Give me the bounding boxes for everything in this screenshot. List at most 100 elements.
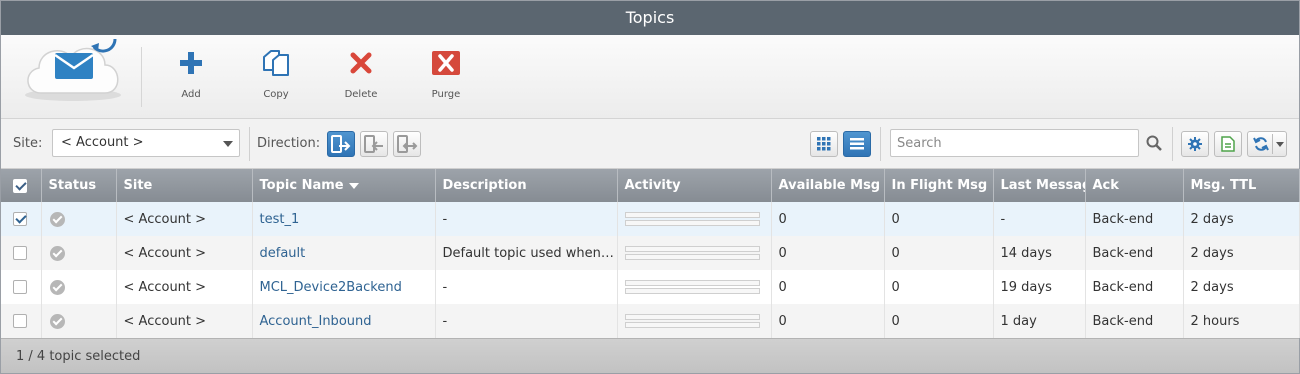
purge-label: Purge xyxy=(431,89,461,100)
direction-label: Direction: xyxy=(257,136,321,151)
chevron-down-icon[interactable] xyxy=(1276,142,1284,147)
direction-outbound-button[interactable] xyxy=(327,131,355,157)
msg-ttl-cell: 2 days xyxy=(1183,270,1300,304)
table-header-row: Status Site Topic Name Description Activ… xyxy=(1,169,1300,202)
grid-icon xyxy=(817,137,831,151)
direction-both-button[interactable] xyxy=(393,131,421,157)
table-row[interactable]: < Account > Account_Inbound - 0 0 1 day … xyxy=(1,304,1300,338)
document-icon xyxy=(1221,136,1235,152)
last-message-cell: 14 days xyxy=(993,236,1086,270)
description-cell: - xyxy=(435,270,618,304)
msg-ttl-cell: 2 days xyxy=(1183,236,1300,270)
available-msg-cell: 0 xyxy=(771,270,885,304)
table-row[interactable]: < Account > default Default topic used w… xyxy=(1,236,1300,270)
topic-name-link[interactable]: test_1 xyxy=(252,202,436,236)
topic-name-link[interactable]: MCL_Device2Backend xyxy=(252,270,436,304)
site-cell: < Account > xyxy=(116,270,253,304)
chevron-down-icon xyxy=(223,141,233,147)
ack-cell: Back-end xyxy=(1085,270,1184,304)
column-header-last-message[interactable]: Last Message xyxy=(993,169,1086,202)
topic-name-link[interactable]: default xyxy=(252,236,436,270)
row-checkbox[interactable] xyxy=(1,304,42,338)
filter-divider xyxy=(1172,127,1173,161)
delete-button[interactable]: Delete xyxy=(326,45,396,109)
ack-cell: Back-end xyxy=(1085,236,1184,270)
column-header-available-msg[interactable]: Available Msg xyxy=(771,169,885,202)
checkbox-icon xyxy=(13,246,27,260)
column-header-description[interactable]: Description xyxy=(435,169,618,202)
x-icon xyxy=(326,45,396,81)
status-check-icon xyxy=(49,211,65,227)
msg-ttl-cell: 2 days xyxy=(1183,202,1300,236)
site-cell: < Account > xyxy=(116,304,253,338)
gear-icon xyxy=(1188,137,1202,151)
column-header-msg-ttl[interactable]: Msg. TTL xyxy=(1183,169,1300,202)
table-row[interactable]: < Account > test_1 - 0 0 - Back-end 2 da… xyxy=(1,202,1300,236)
export-button[interactable] xyxy=(1214,131,1242,157)
column-header-topic-name[interactable]: Topic Name xyxy=(252,169,436,202)
copy-button[interactable]: Copy xyxy=(241,45,311,109)
grid-view-button[interactable] xyxy=(810,131,838,157)
status-cell xyxy=(41,270,117,304)
last-message-cell: 1 day xyxy=(993,304,1086,338)
device-to-backend-icon xyxy=(331,135,351,153)
activity-cell xyxy=(617,304,772,338)
column-header-label: Topic Name xyxy=(259,178,344,193)
column-header-status[interactable]: Status xyxy=(41,169,117,202)
window-title: Topics xyxy=(1,1,1299,35)
checkbox-icon xyxy=(13,280,27,294)
activity-bars xyxy=(624,246,760,260)
description-cell: - xyxy=(435,202,618,236)
status-check-icon xyxy=(49,313,65,329)
topic-name-link[interactable]: Account_Inbound xyxy=(252,304,436,338)
site-dropdown-value: < Account > xyxy=(61,135,144,150)
search-icon[interactable] xyxy=(1146,135,1162,155)
msg-ttl-cell: 2 hours xyxy=(1183,304,1300,338)
topics-table: Status Site Topic Name Description Activ… xyxy=(1,169,1300,338)
table-row[interactable]: < Account > MCL_Device2Backend - 0 0 19 … xyxy=(1,270,1300,304)
column-header-site[interactable]: Site xyxy=(116,169,253,202)
bidirectional-icon xyxy=(397,135,418,153)
purge-button[interactable]: Purge xyxy=(411,45,481,109)
purge-icon xyxy=(411,45,481,81)
site-dropdown[interactable]: < Account > xyxy=(52,129,240,157)
in-flight-msg-cell: 0 xyxy=(884,202,994,236)
direction-inbound-button[interactable] xyxy=(360,131,388,157)
cloud-mail-sync-icon xyxy=(19,21,129,115)
row-checkbox[interactable] xyxy=(1,202,42,236)
checkbox-icon xyxy=(13,178,27,193)
column-header-ack[interactable]: Ack xyxy=(1085,169,1184,202)
filter-divider xyxy=(880,127,881,161)
status-cell xyxy=(41,202,117,236)
status-cell xyxy=(41,236,117,270)
filter-divider xyxy=(249,127,250,161)
list-view-button[interactable] xyxy=(843,131,871,157)
filter-bar: Site: < Account > Direction: xyxy=(1,119,1299,169)
row-checkbox[interactable] xyxy=(1,236,42,270)
toolbar-divider xyxy=(141,47,142,107)
checkbox-icon xyxy=(13,314,27,328)
description-cell: - xyxy=(435,304,618,338)
selection-status: 1 / 4 topic selected xyxy=(1,338,1299,373)
status-cell xyxy=(41,304,117,338)
plus-icon xyxy=(156,45,226,81)
in-flight-msg-cell: 0 xyxy=(884,304,994,338)
in-flight-msg-cell: 0 xyxy=(884,270,994,304)
topics-window: Topics Add Copy Delete Purge Site: < Acc… xyxy=(0,0,1300,374)
select-all-checkbox[interactable] xyxy=(1,169,42,202)
last-message-cell: 19 days xyxy=(993,270,1086,304)
search-input[interactable] xyxy=(890,129,1139,157)
list-icon xyxy=(850,138,864,150)
activity-bars xyxy=(624,212,760,226)
delete-label: Delete xyxy=(344,89,378,100)
add-button[interactable]: Add xyxy=(156,45,226,109)
activity-bars xyxy=(624,314,760,328)
row-checkbox[interactable] xyxy=(1,270,42,304)
refresh-button[interactable] xyxy=(1247,131,1287,157)
toolbar: Add Copy Delete Purge xyxy=(1,21,1299,119)
column-header-in-flight-msg[interactable]: In Flight Msg xyxy=(884,169,994,202)
settings-button[interactable] xyxy=(1181,131,1209,157)
activity-cell xyxy=(617,270,772,304)
column-header-activity[interactable]: Activity xyxy=(617,169,772,202)
sort-descending-icon xyxy=(348,182,359,189)
